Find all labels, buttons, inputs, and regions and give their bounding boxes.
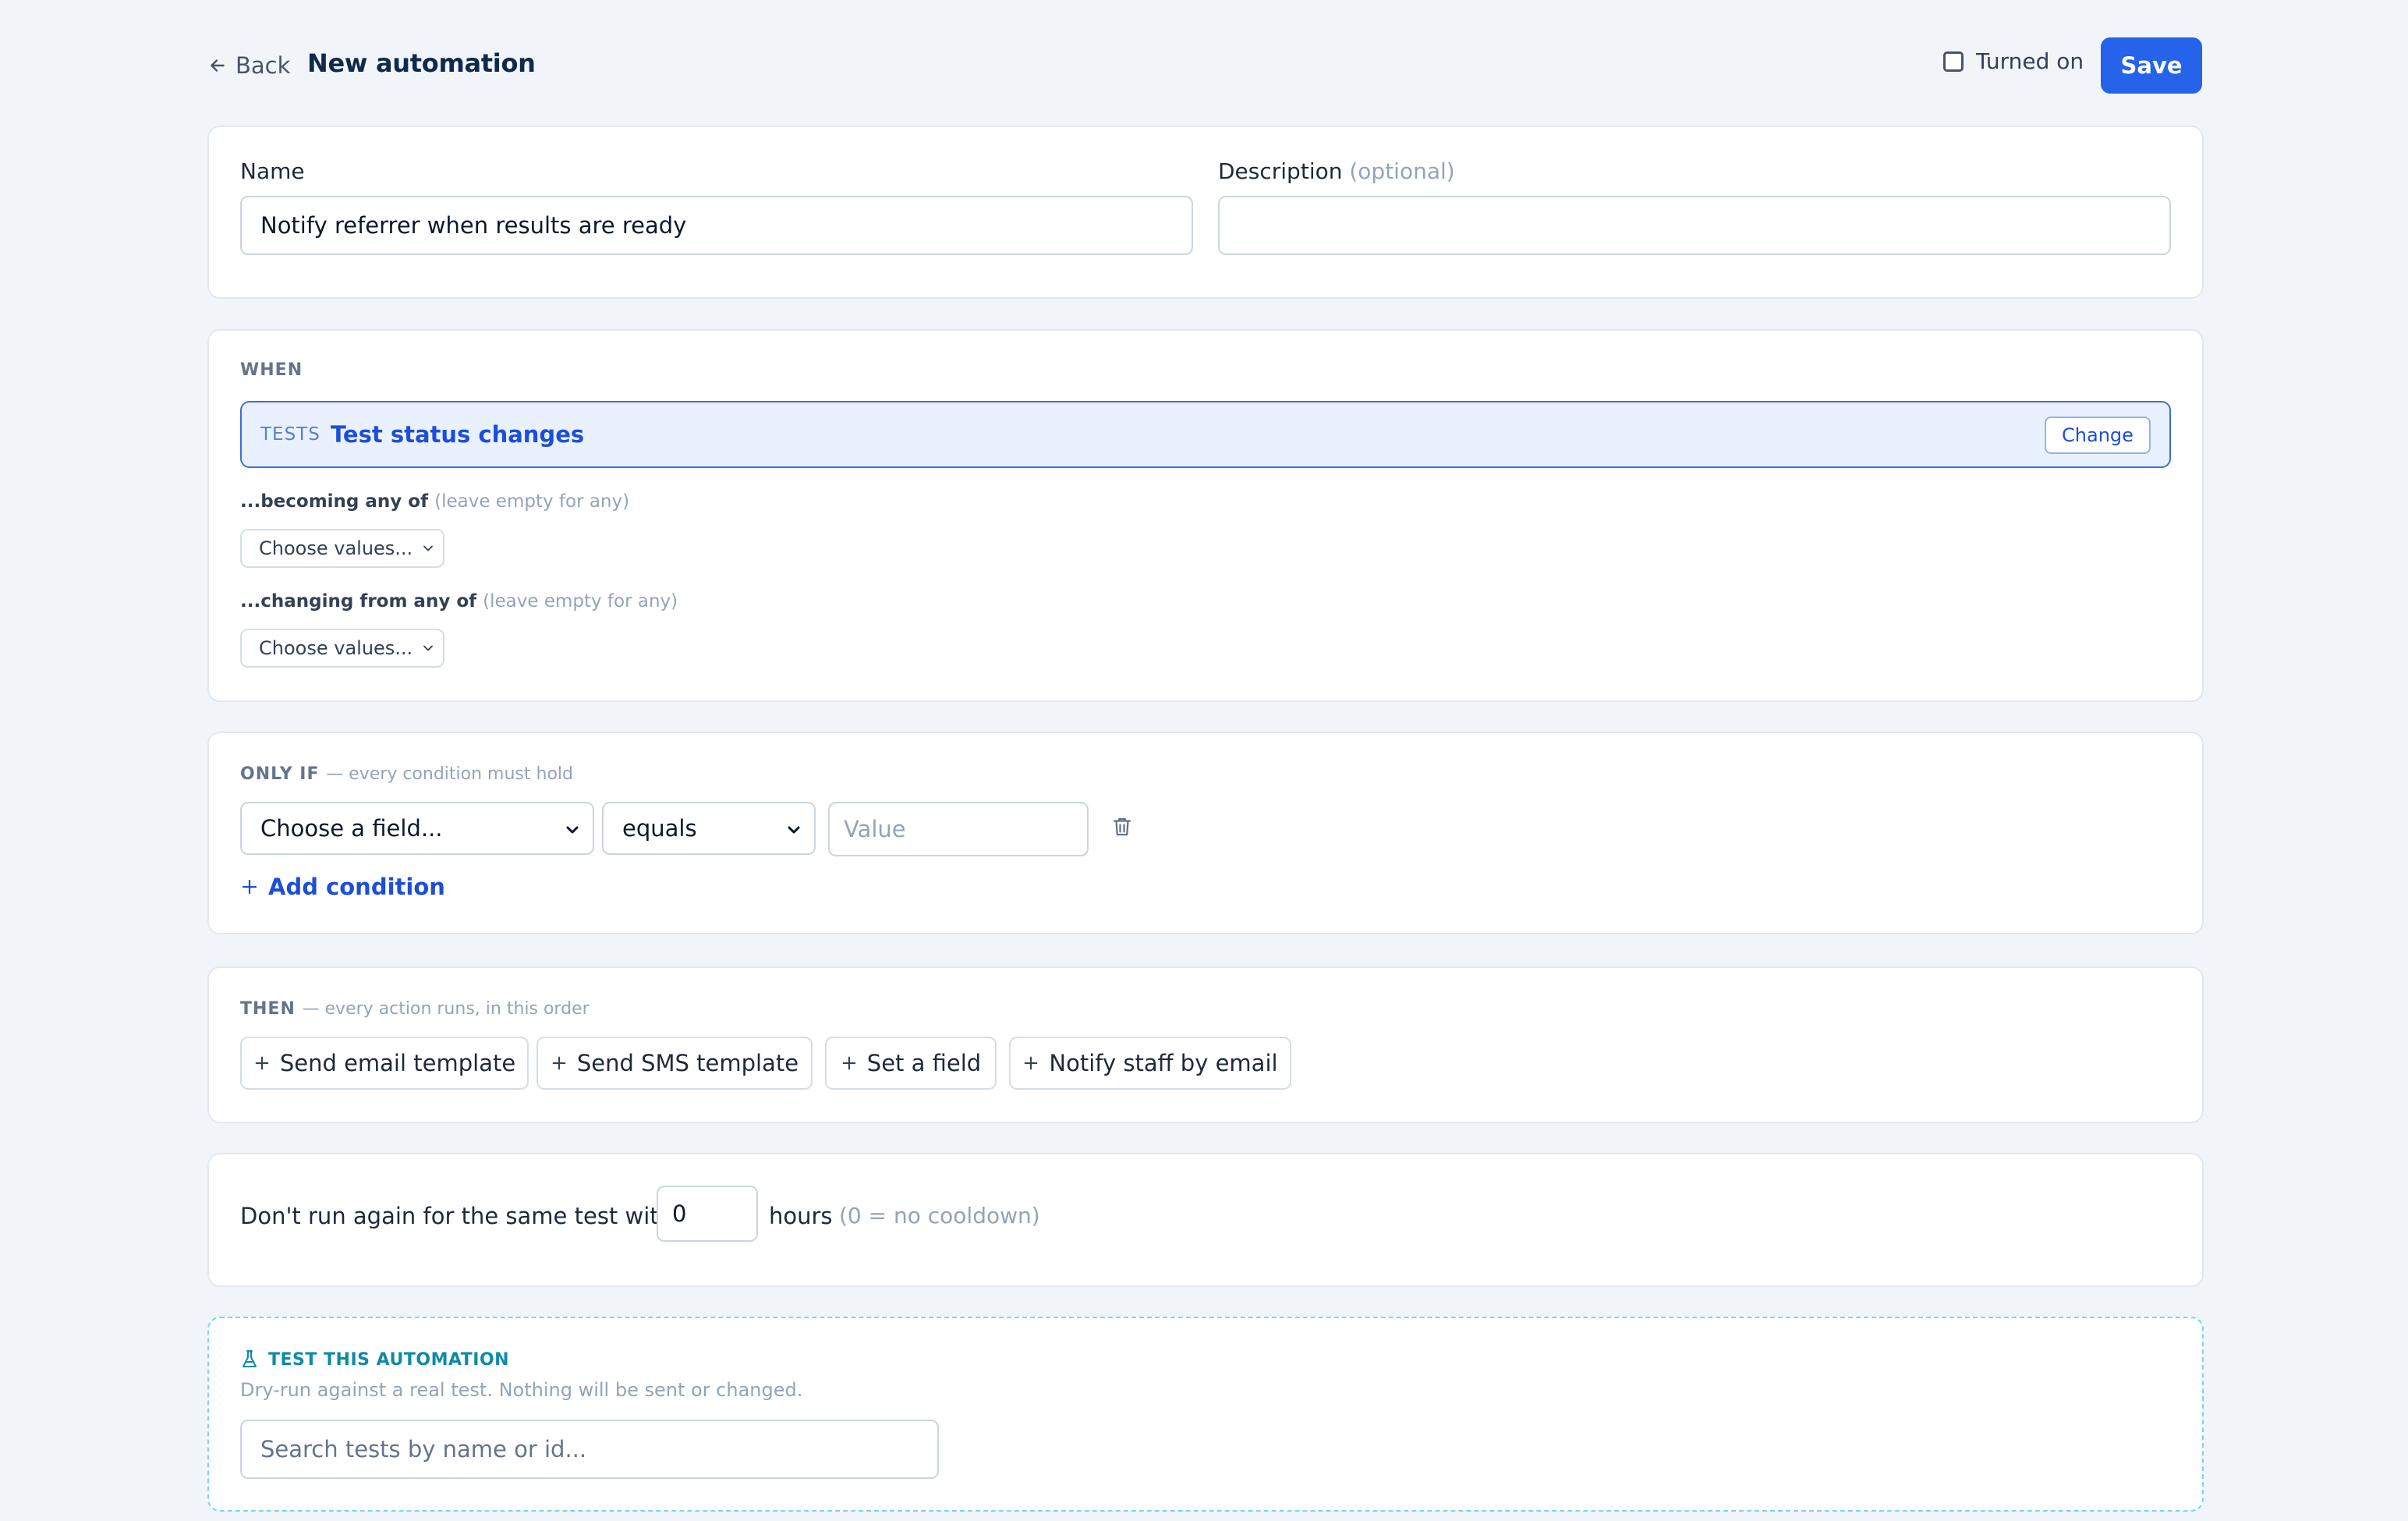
chevron-down-icon — [566, 826, 579, 834]
send-sms-template-button[interactable]: Send SMS template — [536, 1037, 813, 1090]
cooldown-hint: (0 = no cooldown) — [839, 1203, 1040, 1228]
back-link[interactable]: Back — [207, 51, 290, 80]
action-label: Set a field — [866, 1050, 982, 1076]
test-heading: TEST THIS AUTOMATION — [240, 1349, 509, 1370]
action-label: Send email template — [279, 1050, 516, 1076]
arrow-left-icon — [211, 59, 225, 72]
plus-icon — [242, 879, 257, 895]
plus-icon — [1025, 1056, 1038, 1070]
then-section-label: THEN — every action runs, in this order — [240, 999, 590, 1019]
field-select-value: Choose a field... — [260, 815, 443, 842]
page-title: New automation — [307, 48, 536, 78]
operator-select-value: equals — [622, 815, 697, 842]
condition-operator-select[interactable]: equals — [602, 802, 816, 855]
cooldown-text: Don't run again for the same test within — [240, 1203, 694, 1229]
plus-icon — [255, 1056, 269, 1070]
when-section-label: WHEN — [240, 360, 303, 380]
name-label-text: Name — [240, 158, 305, 184]
test-subtext: Dry-run against a real test. Nothing wil… — [240, 1379, 803, 1401]
changing-hint: (leave empty for any) — [483, 591, 678, 612]
chevron-down-icon — [788, 826, 800, 834]
plus-icon — [552, 1056, 566, 1070]
changing-label-text: ...changing from any of — [240, 591, 477, 612]
plus-icon — [842, 1056, 856, 1070]
trash-icon[interactable] — [1110, 814, 1134, 839]
name-label: Name — [240, 158, 305, 184]
action-label: Send SMS template — [576, 1050, 799, 1076]
save-button[interactable]: Save — [2101, 37, 2202, 94]
becoming-label-text: ...becoming any of — [240, 491, 429, 512]
name-input[interactable] — [240, 196, 1193, 255]
back-label: Back — [235, 52, 291, 79]
becoming-values-dropdown[interactable]: Choose values... — [240, 529, 444, 568]
add-condition-button[interactable]: Add condition — [240, 874, 445, 900]
only-if-label-text: ONLY IF — [240, 764, 320, 784]
details-card: Name Description (optional) — [207, 126, 2204, 299]
description-label-text: Description — [1218, 158, 1343, 184]
turned-on-label: Turned on — [1976, 48, 2084, 74]
action-label: Notify staff by email — [1049, 1050, 1278, 1076]
changing-dropdown-label: Choose values... — [259, 637, 413, 659]
condition-value-input[interactable] — [828, 802, 1089, 856]
only-if-section-label: ONLY IF — every condition must hold — [240, 764, 573, 784]
description-label: Description (optional) — [1218, 158, 1455, 184]
add-condition-label: Add condition — [268, 874, 445, 900]
becoming-label: ...becoming any of (leave empty for any) — [240, 491, 629, 512]
cooldown-unit: hours — [769, 1203, 833, 1229]
only-if-hint: — every condition must hold — [326, 764, 573, 784]
send-email-template-button[interactable]: Send email template — [240, 1037, 529, 1090]
description-input[interactable] — [1218, 196, 2171, 255]
turned-on-checkbox[interactable] — [1943, 51, 1964, 72]
change-trigger-button[interactable]: Change — [2045, 417, 2151, 454]
test-automation-card: TEST THIS AUTOMATION Dry-run against a r… — [207, 1317, 2204, 1512]
only-if-card: ONLY IF — every condition must hold Choo… — [207, 732, 2204, 934]
then-hint: — every action runs, in this order — [302, 999, 590, 1019]
flask-icon — [243, 1350, 257, 1367]
trigger-box: TESTS Test status changes Change — [240, 401, 2171, 468]
trigger-tag: TESTS — [260, 424, 320, 445]
trigger-text: Test status changes — [331, 421, 585, 448]
becoming-hint: (leave empty for any) — [434, 491, 630, 512]
becoming-dropdown-label: Choose values... — [259, 537, 413, 559]
automation-editor: Back New automation Turned on Save Name … — [0, 0, 2408, 1521]
condition-field-select[interactable]: Choose a field... — [240, 802, 594, 855]
notify-staff-button[interactable]: Notify staff by email — [1009, 1037, 1291, 1090]
then-card: THEN — every action runs, in this order … — [207, 966, 2204, 1123]
cooldown-card: Don't run again for the same test within… — [207, 1153, 2204, 1287]
turned-on-toggle[interactable]: Turned on — [1943, 48, 2084, 74]
test-search-input[interactable] — [240, 1420, 939, 1479]
changing-values-dropdown[interactable]: Choose values... — [240, 629, 444, 668]
header: Back New automation Turned on Save — [207, 37, 2202, 94]
changing-label: ...changing from any of (leave empty for… — [240, 591, 678, 612]
optional-hint: (optional) — [1349, 158, 1455, 184]
set-field-button[interactable]: Set a field — [825, 1037, 997, 1090]
chevron-down-icon — [423, 645, 434, 651]
when-card: WHEN TESTS Test status changes Change ..… — [207, 329, 2204, 702]
chevron-down-icon — [423, 545, 434, 551]
test-heading-text: TEST THIS AUTOMATION — [268, 1349, 510, 1370]
cooldown-hours-input[interactable] — [657, 1186, 758, 1242]
then-label-text: THEN — [240, 999, 296, 1019]
